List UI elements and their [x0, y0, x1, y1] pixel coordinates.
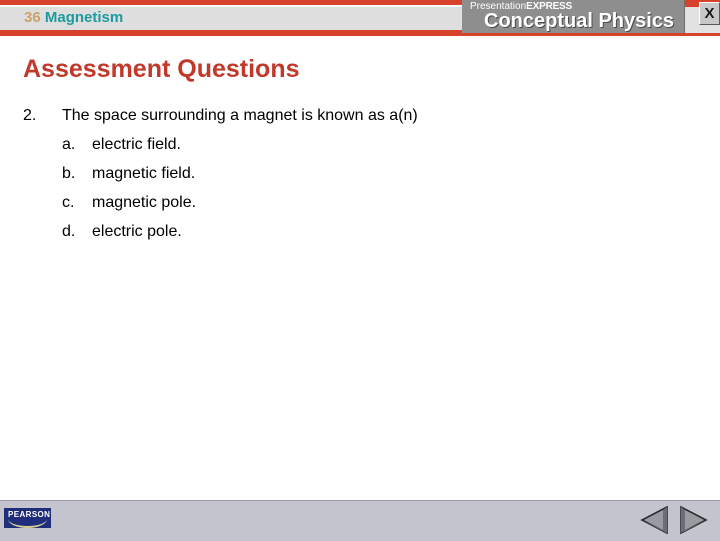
choice-text: magnetic pole.	[92, 194, 197, 211]
choice-option-d[interactable]: d. electric pole.	[23, 217, 663, 246]
pearson-swoosh-icon	[8, 519, 47, 528]
chapter-number: 36	[24, 9, 41, 26]
choice-text: electric pole.	[92, 223, 182, 240]
question-text: The space surrounding a magnet is known …	[62, 107, 418, 124]
slide-content: Assessment Questions 2. The space surrou…	[0, 39, 720, 500]
question-block: 2. The space surrounding a magnet is kno…	[23, 101, 663, 246]
choice-letter: d.	[62, 223, 76, 240]
choice-letter: b.	[62, 165, 76, 182]
chapter-title: Magnetism	[44, 9, 124, 26]
next-slide-button[interactable]	[676, 504, 710, 536]
pearson-logo: PEARSON	[4, 508, 51, 528]
choice-option-b[interactable]: b. magnetic field.	[23, 159, 663, 188]
app-header: 36 Magnetism PresentationEXPRESS Concept…	[0, 0, 720, 39]
choice-text: magnetic field.	[92, 165, 196, 182]
choice-option-a[interactable]: a. electric field.	[23, 130, 663, 159]
choice-text: electric field.	[92, 136, 181, 153]
triangle-right-icon	[680, 505, 708, 535]
triangle-left-icon	[640, 505, 668, 535]
pearson-logo-text: PEARSON	[8, 510, 51, 519]
app-footer: PEARSON	[0, 500, 720, 541]
choice-letter: c.	[62, 194, 75, 211]
choice-letter: a.	[62, 136, 76, 153]
previous-slide-button[interactable]	[638, 504, 672, 536]
close-button[interactable]: X	[699, 2, 720, 25]
choice-option-c[interactable]: c. magnetic pole.	[23, 188, 663, 217]
question-number: 2.	[23, 107, 37, 124]
product-logo-title: Conceptual Physics	[484, 10, 675, 32]
product-logo: PresentationEXPRESS Conceptual Physics	[462, 0, 685, 33]
chapter-label: 36 Magnetism	[24, 9, 123, 26]
question-row: 2. The space surrounding a magnet is kno…	[23, 101, 663, 130]
page-title: Assessment Questions	[23, 55, 300, 83]
